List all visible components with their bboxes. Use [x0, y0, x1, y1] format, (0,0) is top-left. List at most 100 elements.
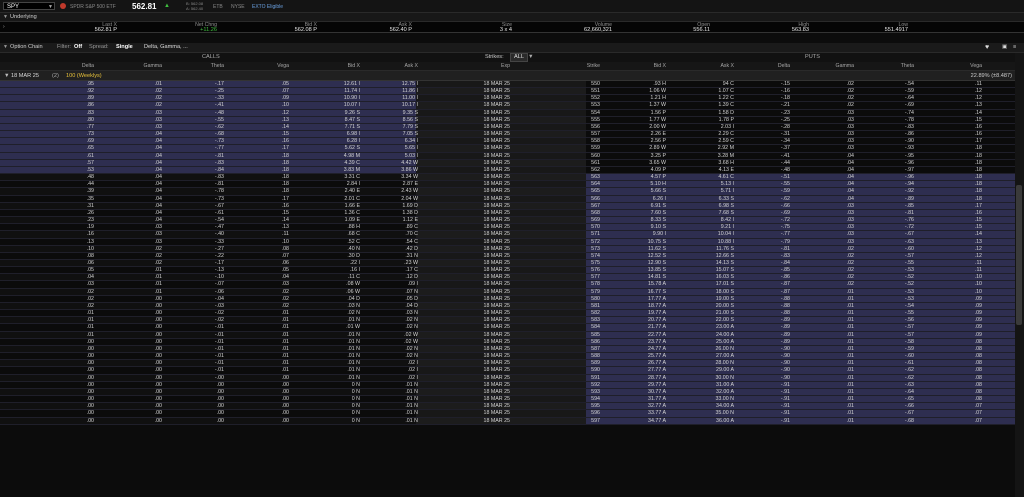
- cell-put-bid[interactable]: 15.78 A: [648, 281, 666, 288]
- cell-put-ask[interactable]: 1.22 C: [718, 95, 734, 102]
- cell-call-ask[interactable]: 3.86 W: [401, 167, 418, 174]
- table-row[interactable]: .10 .02 -.27 .08 .40 N .42 D 18 MAR 25 573 11.62…: [0, 245, 1024, 253]
- cell-call-bid[interactable]: .40 N: [347, 246, 360, 253]
- column-header-put-ask[interactable]: Ask X: [720, 63, 734, 69]
- cell-put-ask[interactable]: 4.61 C: [718, 174, 734, 181]
- cell-call-bid[interactable]: 6.98 I: [347, 131, 360, 138]
- cell-put-bid[interactable]: 4.57 P: [651, 174, 666, 181]
- cell-put-bid[interactable]: 12.52 S: [648, 253, 666, 260]
- cell-call-bid[interactable]: 11.74 I: [344, 88, 360, 95]
- cell-call-bid[interactable]: .16 I: [350, 267, 360, 274]
- table-row[interactable]: .92 .02 -.25 .07 11.74 I 11.86 I 18 MAR 25 551 1…: [0, 88, 1024, 96]
- cell-put-ask[interactable]: 24.00 A: [716, 332, 734, 339]
- cell-put-bid[interactable]: 5.66 S: [651, 188, 666, 195]
- cell-call-ask[interactable]: .31 N: [405, 253, 418, 260]
- cell-call-ask[interactable]: .02 W: [404, 332, 418, 339]
- column-header-call-vega[interactable]: Vega: [277, 63, 289, 69]
- cell-call-ask[interactable]: .04 D: [405, 303, 418, 310]
- cell-put-ask[interactable]: 7.68 S: [719, 210, 734, 217]
- cell-put-ask[interactable]: 16.03 S: [716, 274, 734, 281]
- cell-call-ask[interactable]: 11.00 I: [402, 95, 418, 102]
- table-row[interactable]: .00 .00 .00 .00 0 N .01 N 18 MAR 25 592 29.77 A 3…: [0, 381, 1024, 389]
- cell-call-bid[interactable]: 6.28 I: [347, 138, 360, 145]
- cell-call-bid[interactable]: .02 N: [347, 310, 360, 317]
- menu-icon[interactable]: ≡: [1013, 43, 1016, 52]
- scrollbar-thumb[interactable]: [1016, 185, 1022, 325]
- cell-put-ask[interactable]: 28.00 N: [715, 360, 734, 367]
- cell-put-bid[interactable]: 27.77 A: [648, 367, 666, 374]
- strikes-dropdown[interactable]: ALL: [510, 53, 528, 62]
- cell-put-ask[interactable]: 25.00 A: [716, 339, 734, 346]
- underlying-section-header[interactable]: ▼ Underlying: [0, 13, 1024, 22]
- cell-put-ask[interactable]: 15.07 S: [716, 267, 734, 274]
- table-row[interactable]: .48 .04 -.83 .18 3.31 C 3.34 W 18 MAR 25 563 4.5…: [0, 174, 1024, 182]
- cell-put-bid[interactable]: 1.77 W: [649, 117, 666, 124]
- cell-put-ask[interactable]: 30.00 N: [715, 375, 734, 382]
- cell-put-bid[interactable]: 23.77 A: [648, 339, 666, 346]
- cell-put-ask[interactable]: 22.00 S: [716, 317, 734, 324]
- cell-put-bid[interactable]: 3.65 W: [649, 160, 666, 167]
- cell-put-ask[interactable]: 36.00 A: [716, 418, 734, 425]
- cell-call-ask[interactable]: .02 W: [404, 339, 418, 346]
- table-row[interactable]: .95 .01 -.17 .05 12.61 I 12.75 I 18 MAR 25 550.…: [0, 81, 1024, 89]
- table-row[interactable]: .08 .02 -.22 .07 .30 D .31 N 18 MAR 25 574 12.52…: [0, 252, 1024, 260]
- cell-call-ask[interactable]: .02 N: [405, 346, 418, 353]
- cell-put-ask[interactable]: 1.39 C: [718, 102, 734, 109]
- cell-put-ask[interactable]: 10.04 I: [718, 231, 734, 238]
- cell-call-ask[interactable]: 2.04 W: [401, 196, 418, 203]
- cell-put-bid[interactable]: 1.56 P: [651, 110, 666, 117]
- cell-put-ask[interactable]: 29.00 A: [716, 367, 734, 374]
- cell-call-ask[interactable]: .02 I: [408, 360, 418, 367]
- table-row[interactable]: .04 .01 -.10 .04 .11 C .12 D 18 MAR 25 577 14.81…: [0, 274, 1024, 282]
- cell-call-bid[interactable]: 9.26 S: [345, 110, 360, 117]
- cell-put-bid[interactable]: 11.62 S: [648, 246, 666, 253]
- table-row[interactable]: .86 .02 -.41 .10 10.07 I 10.17 I 18 MAR 25 553 1…: [0, 102, 1024, 110]
- cell-put-ask[interactable]: 18.00 S: [716, 289, 734, 296]
- cell-call-ask[interactable]: 5.03 I: [405, 153, 418, 160]
- cell-call-bid[interactable]: 0 N: [352, 403, 360, 410]
- table-row[interactable]: .00 .00 .00 .00 0 N .01 N 18 MAR 25 596 33.77 A 3…: [0, 410, 1024, 418]
- cell-put-bid[interactable]: 6.91 S: [651, 203, 666, 210]
- column-header-call-theta[interactable]: Theta: [211, 63, 224, 69]
- cell-put-ask[interactable]: 2.59 C: [718, 138, 734, 145]
- table-row[interactable]: .02 .00 -.04 .02 .04 D .05 D 18 MAR 25 580 17.77…: [0, 295, 1024, 303]
- column-header-strike[interactable]: Strike: [587, 63, 600, 69]
- table-row[interactable]: .01 .00 -.02 .01 .01 N .02 N 18 MAR 25 583 20.77…: [0, 317, 1024, 325]
- cell-put-bid[interactable]: 31.77 A: [648, 396, 666, 403]
- cell-call-ask[interactable]: .02 I: [408, 375, 418, 382]
- cell-put-ask[interactable]: 6.98 S: [719, 203, 734, 210]
- chevron-down-icon[interactable]: ▼: [48, 3, 53, 11]
- cell-call-bid[interactable]: .88 H: [347, 224, 360, 231]
- table-row[interactable]: .19 .03 -.47 .13 .88 H .89 C 18 MAR 25 570 9.10 …: [0, 224, 1024, 232]
- cell-call-bid[interactable]: 4.39 C: [344, 160, 360, 167]
- cell-call-ask[interactable]: .03 N: [405, 310, 418, 317]
- cell-put-ask[interactable]: 3.28 M: [718, 153, 734, 160]
- column-header-put-theta[interactable]: Theta: [901, 63, 914, 69]
- cell-put-bid[interactable]: 3.25 P: [651, 153, 666, 160]
- cell-call-ask[interactable]: 8.56 S: [403, 117, 418, 124]
- cell-put-ask[interactable]: 2.29 C: [718, 131, 734, 138]
- cell-put-bid[interactable]: 12.90 S: [648, 260, 666, 267]
- cell-call-ask[interactable]: 6.34 I: [405, 138, 418, 145]
- cell-put-bid[interactable]: 21.77 A: [648, 324, 666, 331]
- expand-arrow-icon[interactable]: ›: [3, 24, 5, 30]
- cell-call-ask[interactable]: .01 N: [405, 382, 418, 389]
- cell-put-ask[interactable]: 26.00 N: [715, 346, 734, 353]
- cell-call-ask[interactable]: .05 D: [405, 296, 418, 303]
- cell-call-bid[interactable]: 2.01 C: [344, 196, 360, 203]
- cell-put-bid[interactable]: 19.77 A: [648, 310, 666, 317]
- cell-put-ask[interactable]: 33.00 N: [715, 396, 734, 403]
- cell-put-bid[interactable]: 5.10 H: [650, 181, 666, 188]
- cell-call-ask[interactable]: .42 D: [405, 246, 418, 253]
- cell-put-bid[interactable]: 34.77 A: [648, 418, 666, 425]
- table-row[interactable]: .00 .00 .00 .00 0 N .01 N 18 MAR 25 595 32.77 A 3…: [0, 403, 1024, 411]
- cell-call-ask[interactable]: 5.65 I: [405, 145, 418, 152]
- cell-call-ask[interactable]: 7.05 S: [403, 131, 418, 138]
- column-header-call-ask[interactable]: Ask X: [404, 63, 418, 69]
- cell-put-bid[interactable]: 8.33 S: [651, 217, 666, 224]
- cell-call-ask[interactable]: .07 N: [405, 289, 418, 296]
- cell-call-bid[interactable]: 8.47 S: [345, 117, 360, 124]
- cell-call-bid[interactable]: 0 N: [352, 382, 360, 389]
- cell-call-bid[interactable]: .04 D: [347, 296, 360, 303]
- table-row[interactable]: .01 .00 -.02 .01 .02 N .03 N 18 MAR 25 582 19.77…: [0, 310, 1024, 318]
